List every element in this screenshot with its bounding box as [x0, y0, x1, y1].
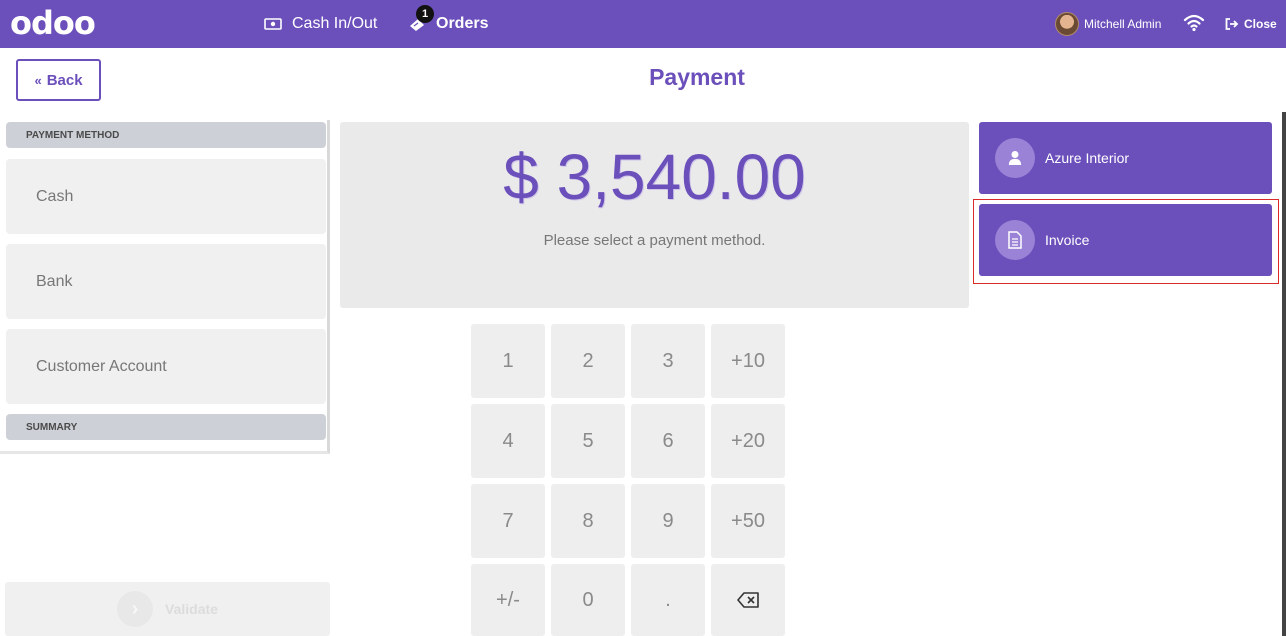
avatar — [1055, 12, 1079, 36]
scrollbar[interactable] — [1282, 112, 1286, 636]
back-label: Back — [46, 71, 83, 89]
wifi-icon — [1183, 14, 1205, 32]
cash-icon — [264, 18, 282, 30]
key-0[interactable]: 0 — [551, 564, 625, 636]
logo-text: odoo — [10, 4, 96, 42]
cash-in-out-label: Cash In/Out — [292, 15, 378, 32]
top-bar: odoo Cash In/Out 1 Orders Mitchell Admin — [0, 0, 1286, 48]
backspace-icon — [737, 592, 759, 608]
payment-method-cash[interactable]: Cash — [6, 159, 326, 234]
payment-method-customer-account[interactable]: Customer Account — [6, 329, 326, 404]
user-menu[interactable]: Mitchell Admin — [1055, 0, 1161, 48]
key-4[interactable]: 4 — [471, 404, 545, 478]
key-9[interactable]: 9 — [631, 484, 705, 558]
payment-method-bank[interactable]: Bank — [6, 244, 326, 319]
summary-heading: SUMMARY — [6, 414, 326, 440]
key-plus-minus[interactable]: +/- — [471, 564, 545, 636]
key-3[interactable]: 3 — [631, 324, 705, 398]
key-6[interactable]: 6 — [631, 404, 705, 478]
payment-method-heading: PAYMENT METHOD — [6, 122, 326, 148]
double-chevron-left-icon: « — [34, 72, 42, 88]
page-title: Payment — [649, 64, 745, 90]
payment-methods-panel: PAYMENT METHOD Cash Bank Customer Accoun… — [0, 120, 330, 454]
back-button[interactable]: « Back — [16, 59, 101, 101]
user-icon — [995, 138, 1035, 178]
sign-out-icon — [1225, 18, 1239, 30]
orders-count-badge: 1 — [416, 5, 434, 23]
close-button[interactable]: Close — [1225, 0, 1277, 48]
key-7[interactable]: 7 — [471, 484, 545, 558]
key-plus-20[interactable]: +20 — [711, 404, 785, 478]
user-name: Mitchell Admin — [1084, 17, 1162, 31]
key-plus-10[interactable]: +10 — [711, 324, 785, 398]
customer-button[interactable]: Azure Interior — [979, 122, 1272, 194]
key-decimal[interactable]: . — [631, 564, 705, 636]
invoice-highlight-box — [973, 199, 1279, 284]
key-5[interactable]: 5 — [551, 404, 625, 478]
ticket-icon: 1 — [408, 5, 434, 31]
close-label: Close — [1244, 17, 1277, 31]
chevron-right-icon: › — [117, 591, 154, 627]
orders-button[interactable]: 1 Orders — [408, 0, 488, 48]
validate-button[interactable]: › Validate — [5, 582, 330, 636]
payment-hint: Please select a payment method. — [543, 232, 766, 249]
key-backspace[interactable] — [711, 564, 785, 636]
amount-display: $ 3,540.00 Please select a payment metho… — [340, 122, 969, 308]
total-amount: $ 3,540.00 — [503, 141, 806, 213]
key-2[interactable]: 2 — [551, 324, 625, 398]
odoo-logo: odoo — [10, 4, 96, 42]
key-8[interactable]: 8 — [551, 484, 625, 558]
validate-label: Validate — [165, 601, 218, 617]
cash-in-out-button[interactable]: Cash In/Out — [264, 0, 377, 48]
key-1[interactable]: 1 — [471, 324, 545, 398]
orders-label: Orders — [436, 15, 489, 32]
key-plus-50[interactable]: +50 — [711, 484, 785, 558]
customer-name: Azure Interior — [1045, 150, 1130, 166]
